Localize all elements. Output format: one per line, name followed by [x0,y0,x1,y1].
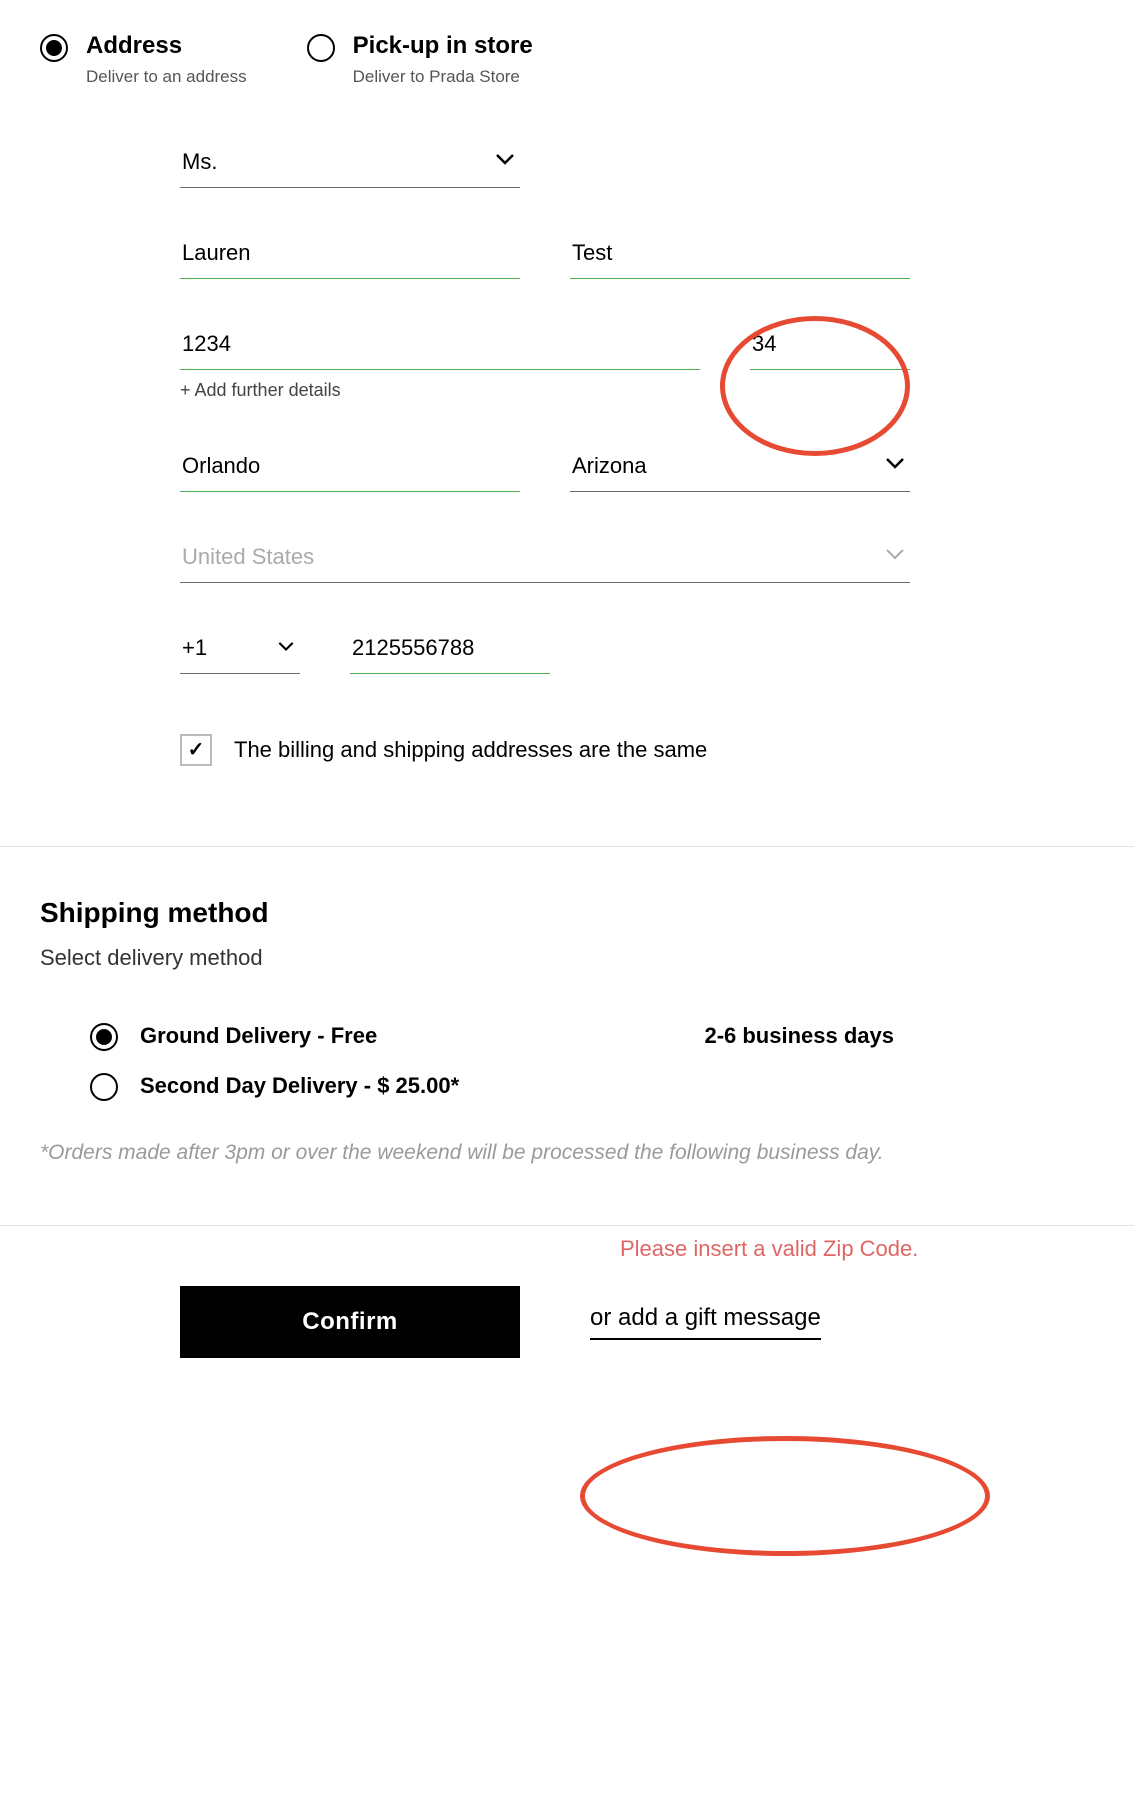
last-name-field[interactable] [570,228,910,279]
radio-icon [307,34,335,62]
phone-field[interactable] [350,623,550,674]
add-gift-message-link[interactable]: or add a gift message [590,1304,821,1340]
billing-same-label: The billing and shipping addresses are t… [234,737,707,763]
street-field[interactable] [180,319,700,370]
ship-option-secondday[interactable]: Second Day Delivery - $ 25.00* [90,1071,1094,1101]
delivery-pickup-title: Pick-up in store [353,32,533,61]
state-select[interactable] [570,441,910,492]
unit-field[interactable] [750,319,910,370]
billing-same-checkbox[interactable]: ✓ [180,734,212,766]
phone-prefix-select[interactable] [180,623,300,674]
delivery-option-address[interactable]: Address Deliver to an address [40,32,247,87]
first-name-field[interactable] [180,228,520,279]
delivery-address-title: Address [86,32,247,61]
add-further-details-link[interactable]: + Add further details [180,380,910,401]
shipping-footnote: *Orders made after 3pm or over the weeke… [40,1141,1094,1165]
annotation-circle-error-message [580,1436,990,1556]
shipping-heading: Shipping method [40,897,1094,929]
city-field[interactable] [180,441,520,492]
title-select[interactable] [180,137,520,188]
delivery-address-sub: Deliver to an address [86,67,247,87]
ship-option-label: Second Day Delivery - $ 25.00* [140,1073,459,1099]
delivery-pickup-sub: Deliver to Prada Store [353,67,533,87]
radio-icon [90,1073,118,1101]
country-select [180,532,910,583]
delivery-option-pickup[interactable]: Pick-up in store Deliver to Prada Store [307,32,533,87]
ship-option-ground[interactable]: Ground Delivery - Free 2-6 business days [90,1021,1094,1051]
radio-icon [90,1023,118,1051]
shipping-subtitle: Select delivery method [40,945,1094,971]
radio-icon [40,34,68,62]
ship-option-estimate: 2-6 business days [704,1023,894,1049]
zip-error-message: Please insert a valid Zip Code. [620,1236,918,1262]
ship-option-label: Ground Delivery - Free [140,1023,377,1049]
confirm-button[interactable]: Confirm [180,1286,520,1358]
